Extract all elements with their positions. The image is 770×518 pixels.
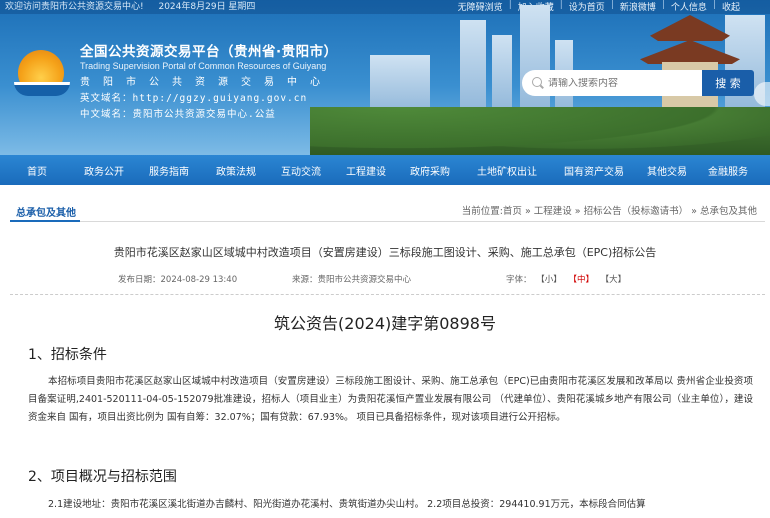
- nav-home[interactable]: 首页: [0, 163, 74, 178]
- header-banner: 欢迎访问贵阳市公共资源交易中心! 2024年8月29日 星期四 无障碍浏览 | …: [0, 0, 770, 155]
- section2-heading: 2、项目概况与招标范围: [28, 469, 177, 485]
- nav-state-assets[interactable]: 国有资产交易: [552, 163, 636, 178]
- nav-finance[interactable]: 金融服务: [698, 163, 758, 178]
- welcome-text: 欢迎访问贵阳市公共资源交易中心!: [5, 2, 144, 12]
- site-logo-text: 全国公共资源交易平台（贵州省·贵阳市） Trading Supervision …: [80, 40, 370, 120]
- nav-policies[interactable]: 政策法规: [204, 163, 268, 178]
- font-size-controls: 字体： 【小】 【中】 【大】: [506, 273, 628, 285]
- nav-interaction[interactable]: 互动交流: [268, 163, 334, 178]
- site-title-en: Trading Supervision Portal of Common Res…: [80, 61, 327, 71]
- article-source: 来源：贵阳市公共资源交易中心: [292, 275, 412, 285]
- nav-land-mining[interactable]: 土地矿权出让: [462, 163, 552, 178]
- domain-cn: 中文域名：贵阳市公共资源交易中心.公益: [80, 109, 276, 120]
- site-title: 全国公共资源交易平台（贵州省·贵阳市）: [80, 44, 338, 60]
- site-subtitle: 贵阳市公共资源交易中心: [80, 77, 333, 88]
- publish-date: 发布日期：2024-08-29 13:40: [118, 275, 238, 285]
- search-icon: [532, 77, 544, 89]
- date-text: 2024年8月29日 星期四: [158, 2, 256, 12]
- section1-body: 本招标项目贵阳市花溪区赵家山区域城中村改造项目（安置房建设）三标段施工图设计、采…: [28, 376, 753, 423]
- article-title: 贵阳市花溪区赵家山区域城中村改造项目（安置房建设）三标段施工图设计、采购、施工总…: [113, 246, 657, 259]
- pavilion-icon: [650, 15, 730, 41]
- nav-gov-procurement[interactable]: 政府采购: [398, 163, 462, 178]
- nav-service-guide[interactable]: 服务指南: [134, 163, 204, 178]
- domain-en: 英文域名：http://ggzy.guiyang.gov.cn: [80, 93, 308, 104]
- font-label: 字体：: [506, 275, 532, 285]
- nav-other-trading[interactable]: 其他交易: [636, 163, 698, 178]
- breadcrumb[interactable]: 当前位置:首页 » 工程建设 » 招标公告（投标邀请书） » 总承包及其他: [462, 203, 757, 217]
- font-medium-button[interactable]: 【中】: [568, 275, 594, 285]
- document-number: 筑公资告(2024)建字第0898号: [274, 314, 496, 333]
- font-large-button[interactable]: 【大】: [601, 275, 627, 285]
- nav-gov-affairs[interactable]: 政务公开: [74, 163, 134, 178]
- section2-body: 2.1建设地址：贵阳市花溪区溪北街道办吉麟村、阳光街道办花溪村、贵筑街道办尖山村…: [48, 499, 646, 510]
- search-box: [522, 70, 702, 96]
- section1-heading: 1、招标条件: [28, 347, 107, 363]
- search-input[interactable]: [548, 77, 698, 89]
- main-nav: 首页 政务公开 服务指南 政策法规 互动交流 工程建设 政府采购 土地矿权出让 …: [0, 155, 770, 185]
- article-meta: 发布日期：2024-08-29 13:40 来源：贵阳市公共资源交易中心 字体：…: [118, 273, 718, 287]
- font-small-button[interactable]: 【小】: [536, 275, 562, 285]
- divider: [10, 294, 765, 295]
- search-button[interactable]: 搜 索: [702, 70, 754, 96]
- nav-engineering[interactable]: 工程建设: [334, 163, 398, 178]
- breadcrumb-bar: 总承包及其他 当前位置:首页 » 工程建设 » 招标公告（投标邀请书） » 总承…: [10, 196, 765, 222]
- section-title: 总承包及其他: [16, 208, 76, 219]
